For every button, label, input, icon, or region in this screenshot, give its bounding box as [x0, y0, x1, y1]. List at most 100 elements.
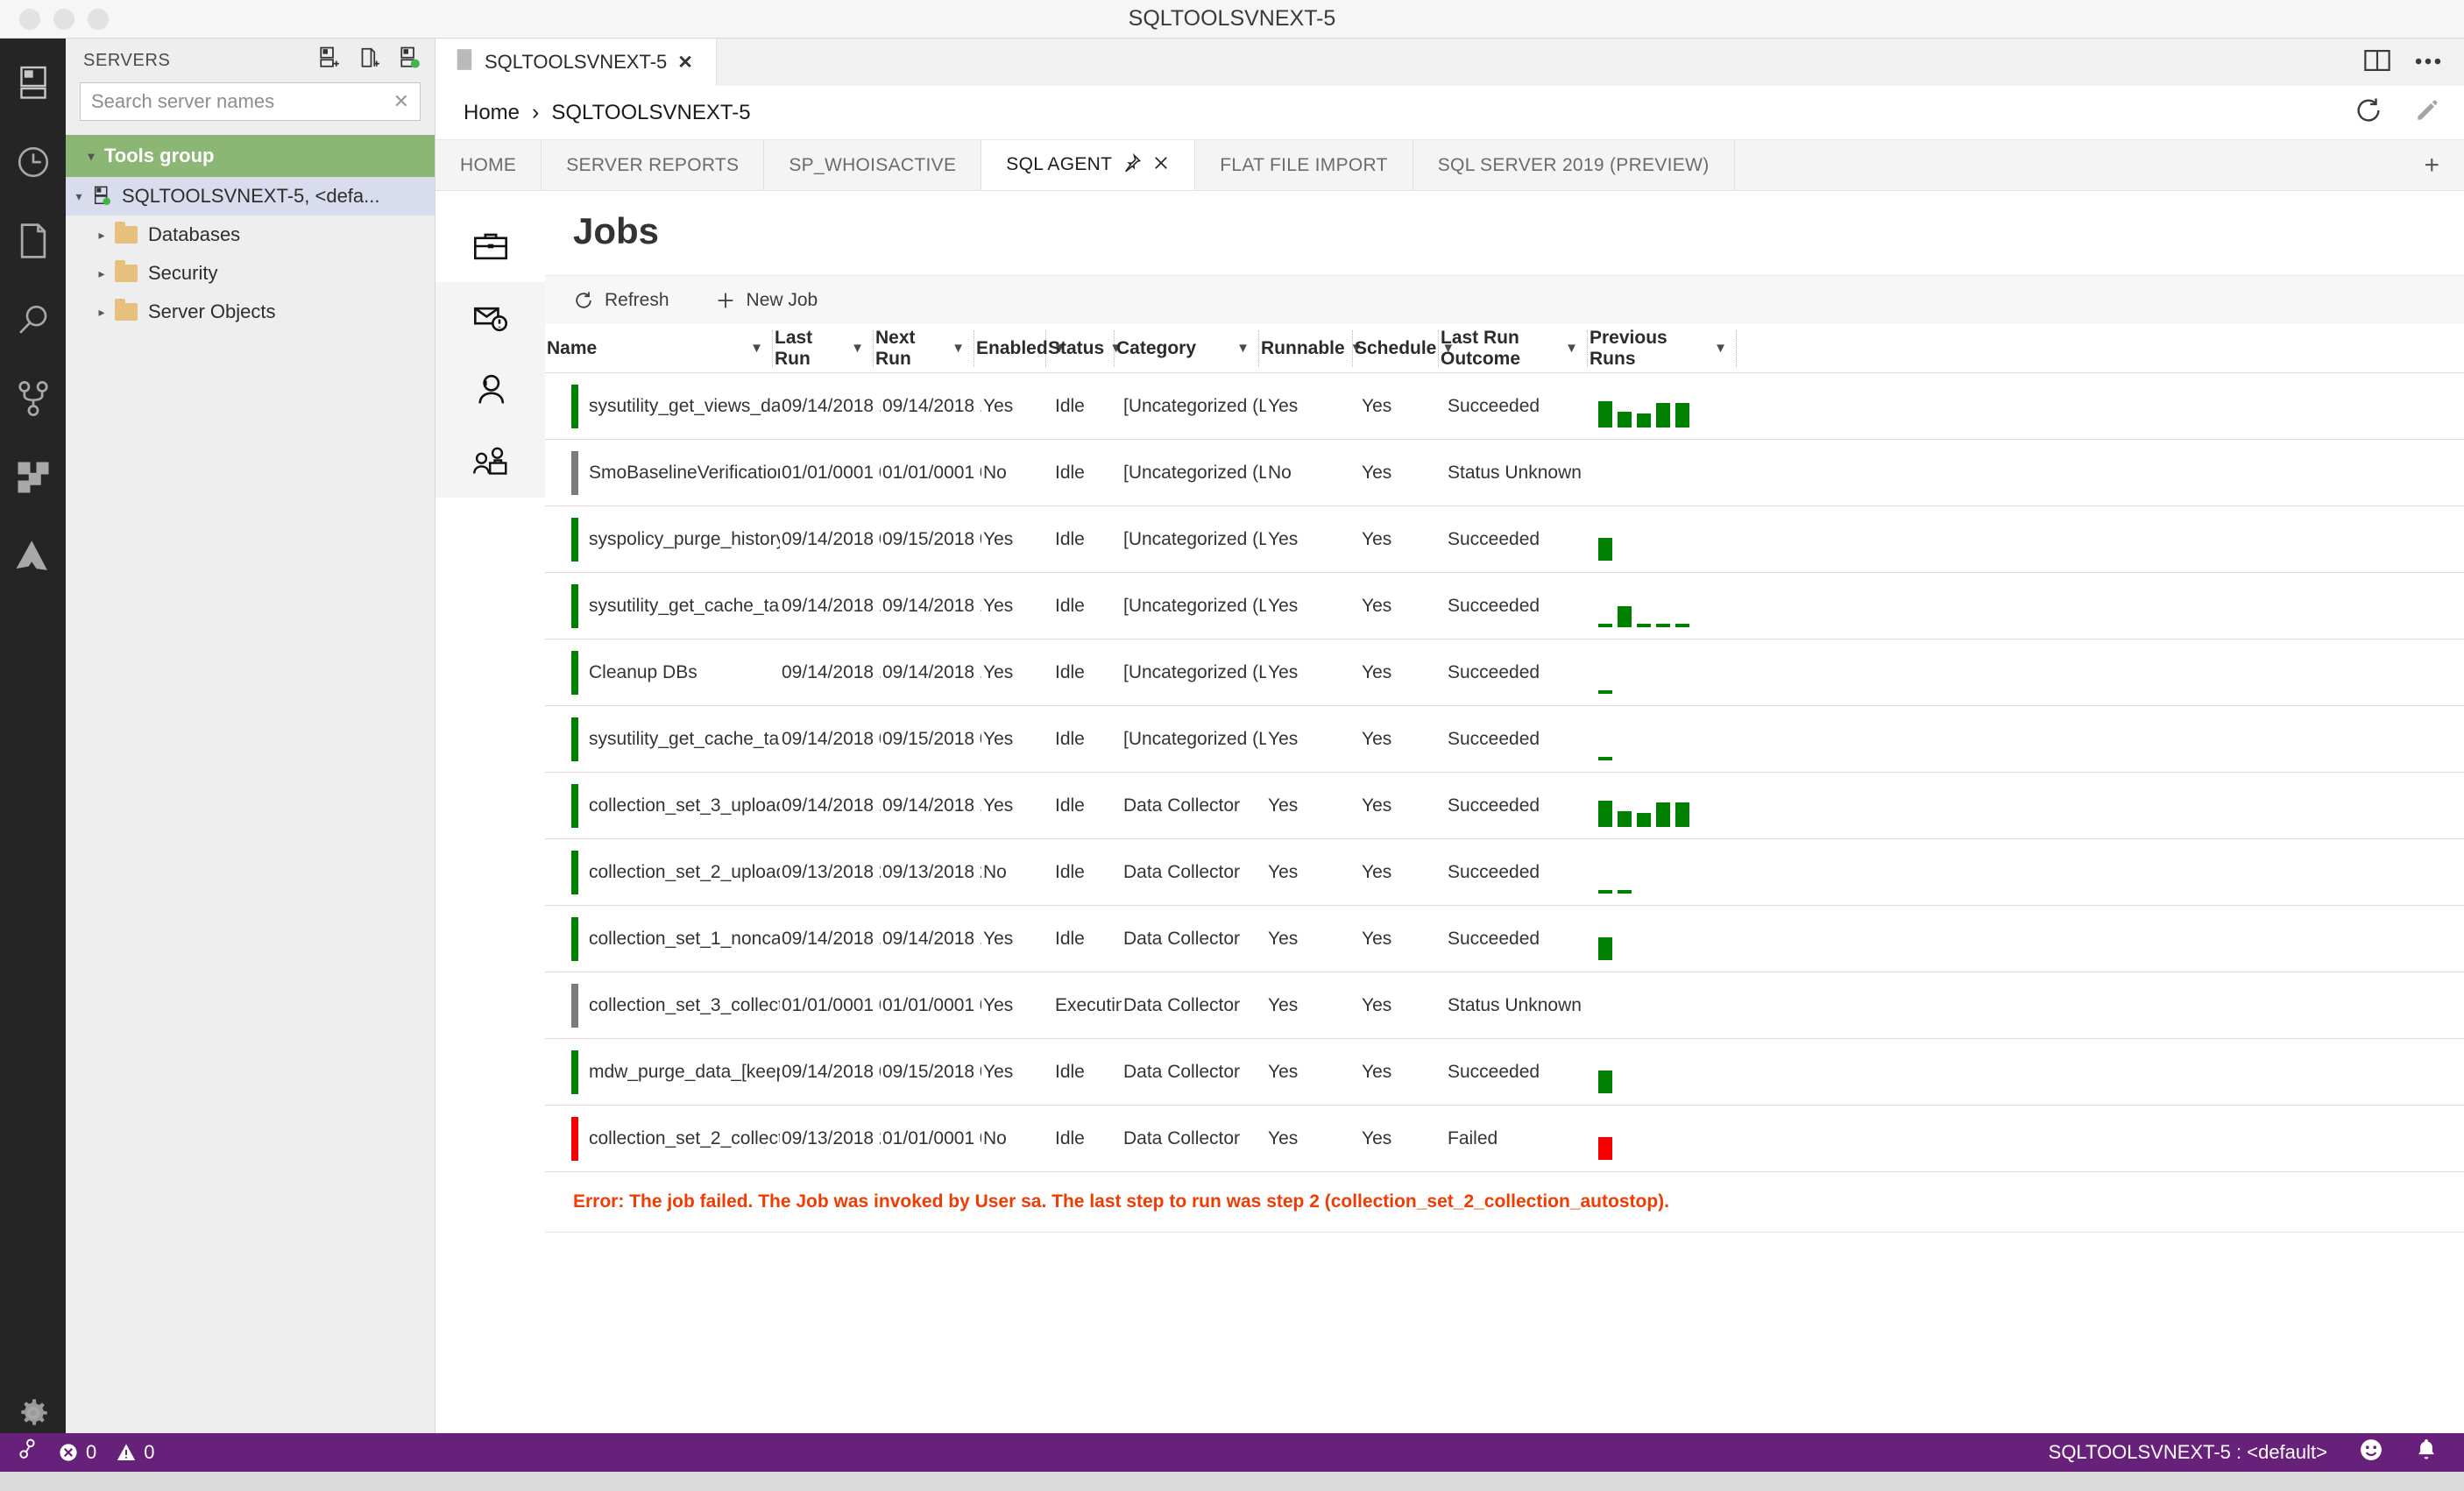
cell-schedule: Yes — [1362, 994, 1392, 1015]
rail-item-operators[interactable] — [435, 354, 545, 426]
chevron-down-icon[interactable]: ▼ — [851, 341, 864, 356]
tree-item-server-objects[interactable]: ▸ Server Objects — [66, 293, 435, 331]
column-header[interactable]: Schedule ▼ — [1353, 329, 1455, 367]
tree-item-security[interactable]: ▸ Security — [66, 254, 435, 293]
tree-item-label: SQLTOOLSVNEXT-5, <defa... — [122, 185, 380, 207]
chevron-down-icon[interactable]: ▾ — [66, 189, 92, 204]
servers-icon[interactable] — [0, 44, 66, 123]
column-header[interactable]: Last Run ▼ — [773, 328, 874, 369]
table-row[interactable]: SmoBaselineVerification_Job01/01/0001 00… — [545, 440, 2464, 506]
refresh-button[interactable]: Refresh — [573, 290, 669, 311]
cell-runnable: Yes — [1268, 928, 1299, 949]
cell-runnable: Yes — [1268, 528, 1299, 549]
connection-status[interactable]: SQLTOOLSVNEXT-5 : <default> — [2049, 1441, 2327, 1464]
table-row[interactable]: collection_set_3_collection01/01/0001 00… — [545, 972, 2464, 1039]
tree-group-tools[interactable]: ▾ Tools group — [66, 135, 435, 177]
cell-runnable: Yes — [1268, 595, 1299, 616]
table-row[interactable]: mdw_purge_data_[keep_MDW]09/14/2018 02:0… — [545, 1039, 2464, 1106]
window-titlebar: SQLTOOLSVNEXT-5 — [0, 0, 2464, 39]
history-icon[interactable] — [0, 123, 66, 201]
cell-name: mdw_purge_data_[keep_MDW] — [589, 1061, 780, 1082]
cell-category: [Uncategorized (Loca... — [1123, 661, 1266, 682]
close-icon[interactable]: ✕ — [677, 52, 693, 74]
feedback-smiley-icon[interactable] — [2359, 1438, 2383, 1467]
column-header[interactable]: Runnable ▼ — [1259, 329, 1363, 367]
refresh-icon[interactable] — [2354, 95, 2383, 130]
cell-outcome: Status Unknown — [1448, 994, 1582, 1015]
table-row[interactable]: Cleanup DBs 09/14/2018 12:0...09/14/2018 … — [545, 640, 2464, 706]
pin-icon[interactable] — [1122, 152, 1142, 177]
errors-indicator[interactable]: 0 — [58, 1441, 96, 1464]
column-header[interactable]: Category ▼ — [1115, 329, 1259, 367]
column-header[interactable]: Enabled ▼ — [974, 329, 1066, 367]
chevron-down-icon[interactable]: ▾ — [78, 149, 104, 164]
rail-item-alerts[interactable] — [435, 282, 545, 354]
chevron-down-icon[interactable]: ▼ — [1714, 341, 1727, 356]
tab-server-reports[interactable]: SERVER REPORTS — [542, 140, 765, 190]
azure-icon[interactable] — [0, 517, 66, 596]
warnings-count: 0 — [144, 1441, 155, 1463]
table-row[interactable]: collection_set_2_collection09/13/2018 22… — [545, 1106, 2464, 1172]
new-job-button[interactable]: New Job — [715, 290, 818, 311]
close-tab-icon[interactable] — [1152, 154, 1170, 176]
document-tab[interactable]: SQLTOOLSVNEXT-5 ✕ — [435, 39, 717, 86]
cell-outcome: Succeeded — [1448, 395, 1540, 416]
column-header[interactable]: Status ▼ — [1046, 329, 1122, 367]
rail-item-jobs[interactable] — [435, 210, 545, 282]
tab-sp-whoisactive[interactable]: SP_WHOISACTIVE — [764, 140, 982, 190]
add-tab-button[interactable]: + — [2399, 140, 2464, 190]
tab-home[interactable]: HOME — [435, 140, 542, 190]
tree-item-server[interactable]: ▾ SQLTOOLSVNEXT-5, <defa... — [66, 177, 435, 216]
chevron-down-icon[interactable]: ▼ — [1236, 341, 1250, 356]
search-icon[interactable] — [0, 280, 66, 359]
search-input[interactable] — [91, 90, 393, 113]
split-editor-icon[interactable] — [2364, 49, 2390, 76]
agent-icon-rail — [435, 191, 545, 1452]
chevron-down-icon[interactable]: ▼ — [750, 341, 763, 356]
chevron-right-icon[interactable]: ▸ — [89, 305, 115, 320]
breadcrumb-actions — [2354, 95, 2441, 130]
column-header[interactable]: Previous Runs ▼ — [1588, 328, 1737, 369]
chevron-down-icon[interactable]: ▼ — [952, 341, 965, 356]
column-header[interactable]: Name ▼ — [545, 329, 773, 367]
rail-item-proxies[interactable] — [435, 426, 545, 498]
new-connection-icon[interactable] — [317, 46, 340, 76]
cell-status: Idle — [1055, 928, 1085, 949]
tab-flat-file-import[interactable]: FLAT FILE IMPORT — [1195, 140, 1413, 190]
table-row[interactable]: sysutility_get_cache_tables_data_into_ag… — [545, 706, 2464, 773]
warnings-indicator[interactable]: 0 — [116, 1441, 155, 1464]
cell-next-run: 09/14/2018 16:0... — [882, 661, 981, 682]
chevron-right-icon[interactable]: ▸ — [89, 266, 115, 281]
remote-icon[interactable] — [16, 1438, 39, 1467]
column-header[interactable]: Last Run Outcome ▼ — [1439, 328, 1588, 369]
tab-sql-agent[interactable]: SQL AGENT — [981, 140, 1196, 190]
edit-icon[interactable] — [2413, 96, 2441, 129]
file-icon[interactable] — [0, 201, 66, 280]
clear-search-icon[interactable]: ✕ — [393, 90, 409, 113]
chevron-down-icon[interactable]: ▼ — [1565, 341, 1578, 356]
breadcrumb-home[interactable]: Home — [464, 101, 520, 125]
table-row[interactable]: syspolicy_purge_history09/14/2018 02:0..… — [545, 506, 2464, 573]
column-header[interactable]: Next Run ▼ — [874, 328, 974, 369]
cell-schedule: Yes — [1362, 795, 1392, 816]
active-connections-icon[interactable] — [398, 46, 421, 76]
notifications-bell-icon[interactable] — [2415, 1438, 2438, 1467]
search-box[interactable]: ✕ — [80, 82, 421, 121]
table-row[interactable]: sysutility_get_views_data_into_cache_tab… — [545, 373, 2464, 440]
table-row[interactable]: collection_set_1_noncached_collection09/… — [545, 906, 2464, 972]
tree-item-databases[interactable]: ▸ Databases — [66, 216, 435, 254]
chevron-right-icon[interactable]: ▸ — [89, 228, 115, 243]
sparkline-bar — [1618, 605, 1632, 627]
table-row[interactable]: sysutility_get_cache_tables_data_into_ag… — [545, 573, 2464, 640]
table-row[interactable]: collection_set_2_upload09/13/2018 22:1..… — [545, 839, 2464, 906]
row-status-indicator — [571, 983, 578, 1028]
column-header-label: Enabled — [976, 337, 1048, 358]
extensions-icon[interactable] — [0, 438, 66, 517]
new-server-group-icon[interactable] — [358, 46, 380, 76]
table-row[interactable]: collection_set_3_upload09/14/2018 13:3..… — [545, 773, 2464, 839]
breadcrumb-current[interactable]: SQLTOOLSVNEXT-5 — [551, 101, 750, 125]
more-actions-icon[interactable] — [2415, 54, 2441, 70]
column-header-label: Status — [1048, 337, 1105, 358]
tab-sql-server-2019[interactable]: SQL SERVER 2019 (PREVIEW) — [1413, 140, 1735, 190]
source-control-icon[interactable] — [0, 359, 66, 438]
